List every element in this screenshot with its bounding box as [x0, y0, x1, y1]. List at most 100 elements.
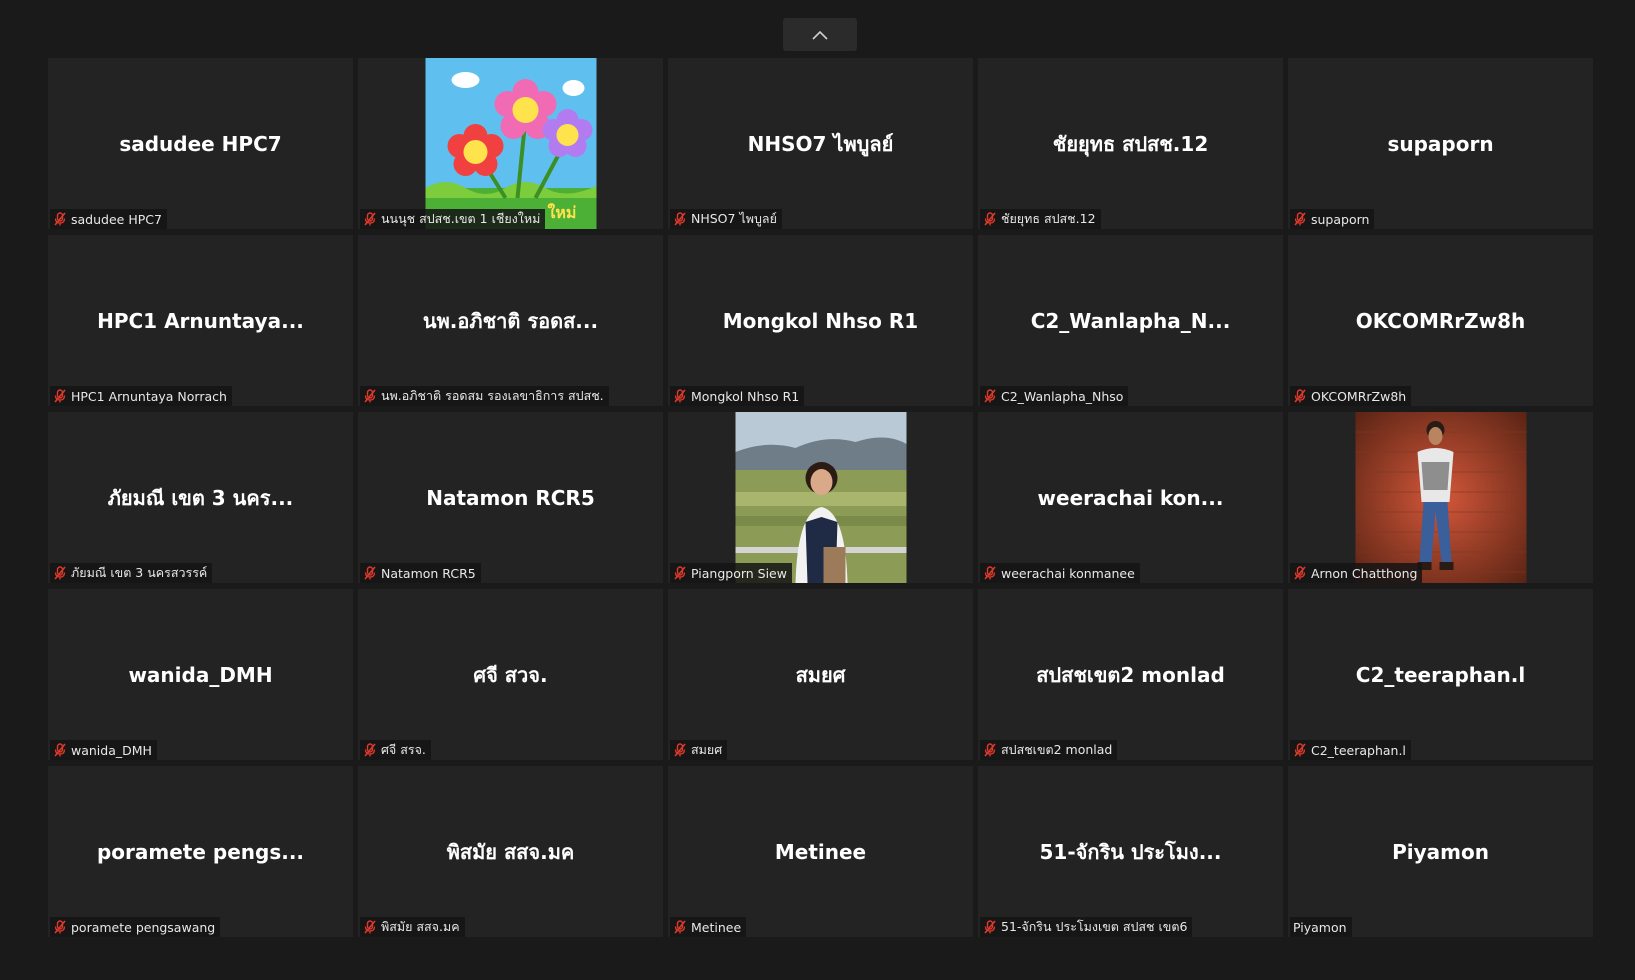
- participant-name-label: Arnon Chatthong: [1290, 563, 1423, 583]
- participant-display-name: นพ.อภิชาติ รอดส...: [422, 308, 599, 333]
- muted-mic-icon: [363, 919, 378, 935]
- participant-display-name: NHSO7 ไพบูลย์: [747, 131, 894, 156]
- participant-label-text: Piyamon: [1293, 919, 1347, 935]
- muted-mic-icon: [1293, 742, 1308, 758]
- participant-label-text: C2_teeraphan.l: [1311, 742, 1406, 758]
- participant-tile[interactable]: นพ.อภิชาติ รอดส... นพ.อภิชาติ รอดสม รองเล…: [358, 235, 663, 406]
- photo-caption: ใหม่: [547, 203, 576, 222]
- participant-display-name: Piyamon: [1392, 839, 1489, 864]
- participant-display-name: C2_teeraphan.l: [1355, 662, 1526, 687]
- muted-mic-icon: [983, 388, 998, 404]
- participant-tile[interactable]: ศจี สวจ. ศจี สรจ.: [358, 589, 663, 760]
- participant-label-text: weerachai konmanee: [1001, 565, 1135, 581]
- participant-tile[interactable]: OKCOMRrZw8h OKCOMRrZw8h: [1288, 235, 1593, 406]
- participant-name-label: NHSO7 ไพบูลย์: [670, 209, 782, 229]
- participant-label-text: นนนุช สปสช.เขต 1 เชียงใหม่: [381, 211, 541, 226]
- muted-mic-icon: [1293, 565, 1308, 581]
- participant-label-text: สมยศ: [691, 742, 723, 757]
- participant-tile[interactable]: Piyamon Piyamon: [1288, 766, 1593, 937]
- participant-display-name: poramete pengs...: [96, 839, 305, 864]
- participant-name-label: Natamon RCR5: [360, 563, 481, 583]
- participant-tile[interactable]: 51-จักริน ประโมง... 51-จักริน ประโมงเขต ส…: [978, 766, 1283, 937]
- participant-name-label: C2_Wanlapha_Nhso: [980, 386, 1129, 406]
- muted-mic-icon: [1293, 388, 1308, 404]
- participant-name-label: poramete pengsawang: [50, 917, 221, 937]
- participant-name-label: C2_teeraphan.l: [1290, 740, 1411, 760]
- participant-label-text: sadudee HPC7: [71, 211, 162, 227]
- participant-label-text: สปสชเขต2 monlad: [1001, 742, 1113, 757]
- participant-tile[interactable]: ใหม่ นนนุช สปสช.เขต 1 เชียงใหม่: [358, 58, 663, 229]
- participant-display-name: สปสชเขต2 monlad: [1036, 662, 1225, 687]
- muted-mic-icon: [983, 742, 998, 758]
- participant-tile[interactable]: poramete pengs... poramete pengsawang: [48, 766, 353, 937]
- participant-display-name: weerachai kon...: [1037, 485, 1224, 510]
- participant-display-name: Natamon RCR5: [426, 485, 595, 510]
- participant-label-text: Piangporn Siew: [691, 565, 787, 581]
- participant-label-text: wanida_DMH: [71, 742, 152, 758]
- muted-mic-icon: [673, 565, 688, 581]
- muted-mic-icon: [363, 211, 378, 227]
- participant-tile[interactable]: Metinee Metinee: [668, 766, 973, 937]
- participant-label-text: supaporn: [1311, 211, 1370, 227]
- participant-name-label: sadudee HPC7: [50, 209, 167, 229]
- participant-name-label: HPC1 Arnuntaya Norrach: [50, 386, 232, 406]
- participant-display-name: supaporn: [1387, 131, 1494, 156]
- participant-label-text: ภัยมณี เขต 3 นครสวรรค์: [71, 565, 208, 580]
- participant-name-label: นพ.อภิชาติ รอดสม รองเลขาธิการ สปสช.: [360, 386, 609, 406]
- muted-mic-icon: [363, 565, 378, 581]
- participant-tile[interactable]: Piangporn Siew: [668, 412, 973, 583]
- participant-name-label: Mongkol Nhso R1: [670, 386, 805, 406]
- participant-display-name: C2_Wanlapha_N...: [1030, 308, 1231, 333]
- participant-display-name: ภัยมณี เขต 3 นคร...: [107, 485, 294, 510]
- muted-mic-icon: [53, 919, 68, 935]
- participant-tile[interactable]: พิสมัย สสจ.มค พิสมัย สสจ.มค: [358, 766, 663, 937]
- participant-label-text: Mongkol Nhso R1: [691, 388, 800, 404]
- muted-mic-icon: [673, 388, 688, 404]
- participant-tile[interactable]: Natamon RCR5 Natamon RCR5: [358, 412, 663, 583]
- participant-photo: ใหม่: [425, 58, 596, 229]
- participant-display-name: ศจี สวจ.: [473, 662, 548, 687]
- participant-name-label: supaporn: [1290, 209, 1375, 229]
- participant-tile[interactable]: สปสชเขต2 monlad สปสชเขต2 monlad: [978, 589, 1283, 760]
- participant-label-text: พิสมัย สสจ.มค: [381, 919, 460, 934]
- chevron-up-icon: [812, 30, 828, 40]
- participant-tile[interactable]: ชัยยุทธ สปสช.12 ชัยยุทธ สปสช.12: [978, 58, 1283, 229]
- participant-tile[interactable]: NHSO7 ไพบูลย์ NHSO7 ไพบูลย์: [668, 58, 973, 229]
- muted-mic-icon: [983, 211, 998, 227]
- participant-label-text: นพ.อภิชาติ รอดสม รองเลขาธิการ สปสช.: [381, 388, 604, 403]
- participant-label-text: poramete pengsawang: [71, 919, 216, 935]
- participant-name-label: Piangporn Siew: [670, 563, 792, 583]
- participant-display-name: HPC1 Arnuntaya...: [97, 308, 304, 333]
- participant-label-text: HPC1 Arnuntaya Norrach: [71, 388, 227, 404]
- participant-label-text: OKCOMRrZw8h: [1311, 388, 1407, 404]
- participant-photo: [1355, 412, 1526, 583]
- participant-tile[interactable]: weerachai kon... weerachai konmanee: [978, 412, 1283, 583]
- muted-mic-icon: [53, 565, 68, 581]
- participant-label-text: C2_Wanlapha_Nhso: [1001, 388, 1124, 404]
- participant-tile[interactable]: wanida_DMH wanida_DMH: [48, 589, 353, 760]
- muted-mic-icon: [673, 742, 688, 758]
- participant-display-name: sadudee HPC7: [119, 131, 282, 156]
- participant-tile[interactable]: C2_Wanlapha_N... C2_Wanlapha_Nhso: [978, 235, 1283, 406]
- collapse-gallery-button[interactable]: [783, 18, 857, 51]
- participant-photo: [735, 412, 906, 583]
- participant-tile[interactable]: C2_teeraphan.l C2_teeraphan.l: [1288, 589, 1593, 760]
- participant-tile[interactable]: Arnon Chatthong: [1288, 412, 1593, 583]
- participant-name-label: ศจี สรจ.: [360, 740, 431, 760]
- muted-mic-icon: [1293, 211, 1308, 227]
- participant-label-text: ศจี สรจ.: [381, 742, 426, 757]
- participant-tile[interactable]: HPC1 Arnuntaya... HPC1 Arnuntaya Norrach: [48, 235, 353, 406]
- participant-display-name: พิสมัย สสจ.มค: [446, 839, 575, 864]
- participant-tile[interactable]: Mongkol Nhso R1 Mongkol Nhso R1: [668, 235, 973, 406]
- participant-tile[interactable]: ภัยมณี เขต 3 นคร... ภัยมณี เขต 3 นครสวรรค…: [48, 412, 353, 583]
- participant-tile[interactable]: supaporn supaporn: [1288, 58, 1593, 229]
- participant-label-text: Arnon Chatthong: [1311, 565, 1418, 581]
- muted-mic-icon: [363, 742, 378, 758]
- participant-tile[interactable]: สมยศ สมยศ: [668, 589, 973, 760]
- participant-name-label: พิสมัย สสจ.มค: [360, 917, 465, 937]
- muted-mic-icon: [983, 565, 998, 581]
- participant-label-text: ชัยยุทธ สปสช.12: [1001, 211, 1096, 226]
- participant-name-label: สปสชเขต2 monlad: [980, 740, 1118, 760]
- participant-tile[interactable]: sadudee HPC7 sadudee HPC7: [48, 58, 353, 229]
- participant-label-text: 51-จักริน ประโมงเขต สปสช เขต6: [1001, 919, 1188, 934]
